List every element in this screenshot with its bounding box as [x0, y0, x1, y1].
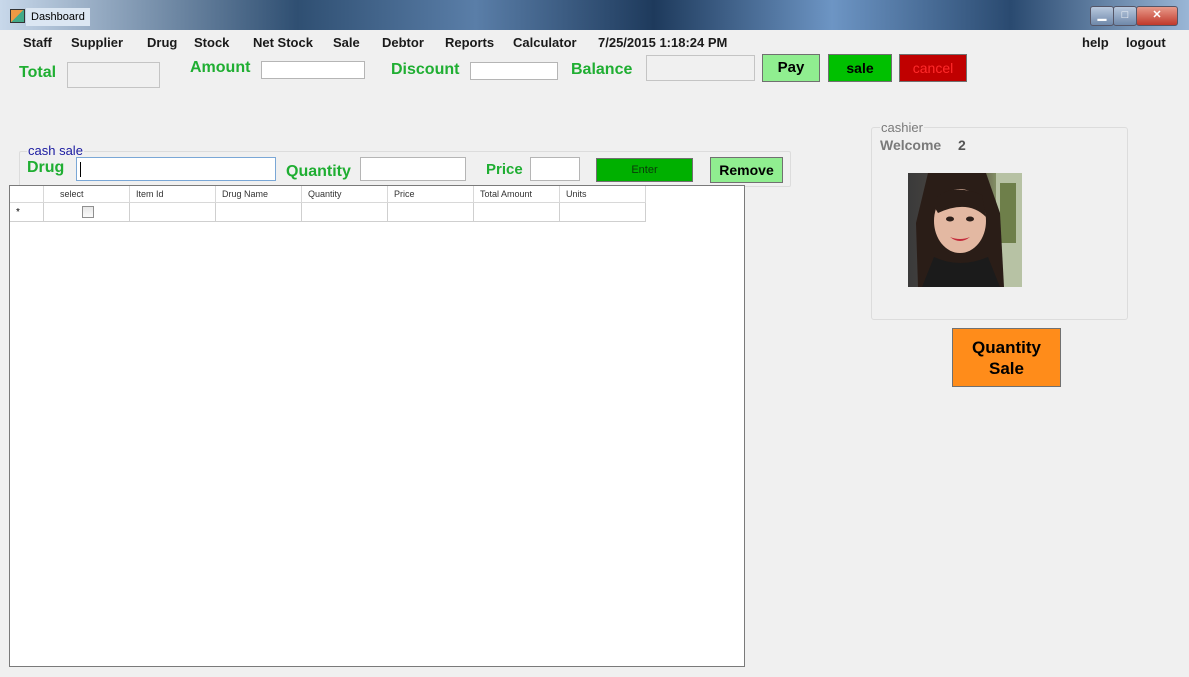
total-field[interactable] [67, 62, 160, 88]
new-row-marker: * [10, 203, 44, 222]
remove-button[interactable]: Remove [710, 157, 783, 183]
menu-stock[interactable]: Stock [194, 35, 229, 50]
column-header-units[interactable]: Units [560, 186, 646, 203]
balance-field[interactable] [646, 55, 755, 81]
menu-reports[interactable]: Reports [445, 35, 494, 50]
table-cell-quantity[interactable] [302, 203, 388, 222]
cashier-title: cashier [880, 120, 924, 135]
amount-label: Amount [190, 59, 251, 76]
text-caret [80, 162, 81, 177]
enter-button[interactable]: Enter [596, 158, 693, 182]
menu-logout[interactable]: logout [1126, 35, 1166, 50]
menu-help[interactable]: help [1082, 35, 1109, 50]
menu-datetime: 7/25/2015 1:18:24 PM [598, 35, 728, 50]
menu-debtor[interactable]: Debtor [382, 35, 424, 50]
quantity-label: Quantity [286, 163, 351, 180]
column-header-total-amount[interactable]: Total Amount [474, 186, 560, 203]
status-strip [0, 667, 1189, 677]
menu-sale[interactable]: Sale [333, 35, 360, 50]
quantity-sale-line2: Sale [989, 359, 1024, 378]
quantity-sale-button[interactable]: Quantity Sale [952, 328, 1061, 387]
table-cell-item-id[interactable] [130, 203, 216, 222]
price-label: Price [486, 161, 523, 178]
quantity-field[interactable] [360, 157, 466, 181]
menu-net-stock[interactable]: Net Stock [253, 35, 313, 50]
discount-label: Discount [391, 61, 460, 78]
cashier-avatar [908, 173, 1022, 287]
amount-field[interactable] [261, 61, 365, 79]
app-icon [10, 9, 25, 23]
select-checkbox[interactable] [82, 206, 94, 218]
menu-staff[interactable]: Staff [23, 35, 52, 50]
minimize-button[interactable]: ▁ [1090, 6, 1114, 26]
title-bar: Dashboard ▁ □ ✕ [0, 0, 1189, 30]
cancel-button[interactable]: cancel [899, 54, 967, 82]
row-header-corner [10, 186, 44, 203]
menu-bar [0, 30, 1189, 56]
total-label: Total [19, 64, 57, 81]
column-header-price[interactable]: Price [388, 186, 474, 203]
sales-grid[interactable]: select Item Id Drug Name Quantity Price … [9, 185, 745, 667]
column-header-item-id[interactable]: Item Id [130, 186, 216, 203]
column-header-quantity[interactable]: Quantity [302, 186, 388, 203]
maximize-button[interactable]: □ [1113, 6, 1137, 26]
price-field[interactable] [530, 157, 580, 181]
column-header-select[interactable]: select [44, 186, 130, 203]
close-button[interactable]: ✕ [1136, 6, 1178, 26]
sale-button[interactable]: sale [828, 54, 892, 82]
table-cell-select[interactable] [44, 203, 130, 222]
table-cell-total-amount[interactable] [474, 203, 560, 222]
menu-drug[interactable]: Drug [147, 35, 177, 50]
drug-field[interactable] [76, 157, 276, 181]
table-cell-units[interactable] [560, 203, 646, 222]
discount-field[interactable] [470, 62, 558, 80]
drug-label: Drug [27, 159, 65, 176]
column-header-drug-name[interactable]: Drug Name [216, 186, 302, 203]
table-cell-drug-name[interactable] [216, 203, 302, 222]
welcome-label: Welcome [880, 137, 942, 153]
window-title: Dashboard [26, 8, 90, 26]
table-cell-price[interactable] [388, 203, 474, 222]
menu-calculator[interactable]: Calculator [513, 35, 577, 50]
pay-button[interactable]: Pay [762, 54, 820, 82]
cash-sale-title: cash sale [27, 143, 84, 158]
quantity-sale-line1: Quantity [972, 338, 1041, 357]
balance-label: Balance [571, 61, 633, 78]
user-id: 2 [958, 137, 966, 153]
menu-supplier[interactable]: Supplier [71, 35, 123, 50]
